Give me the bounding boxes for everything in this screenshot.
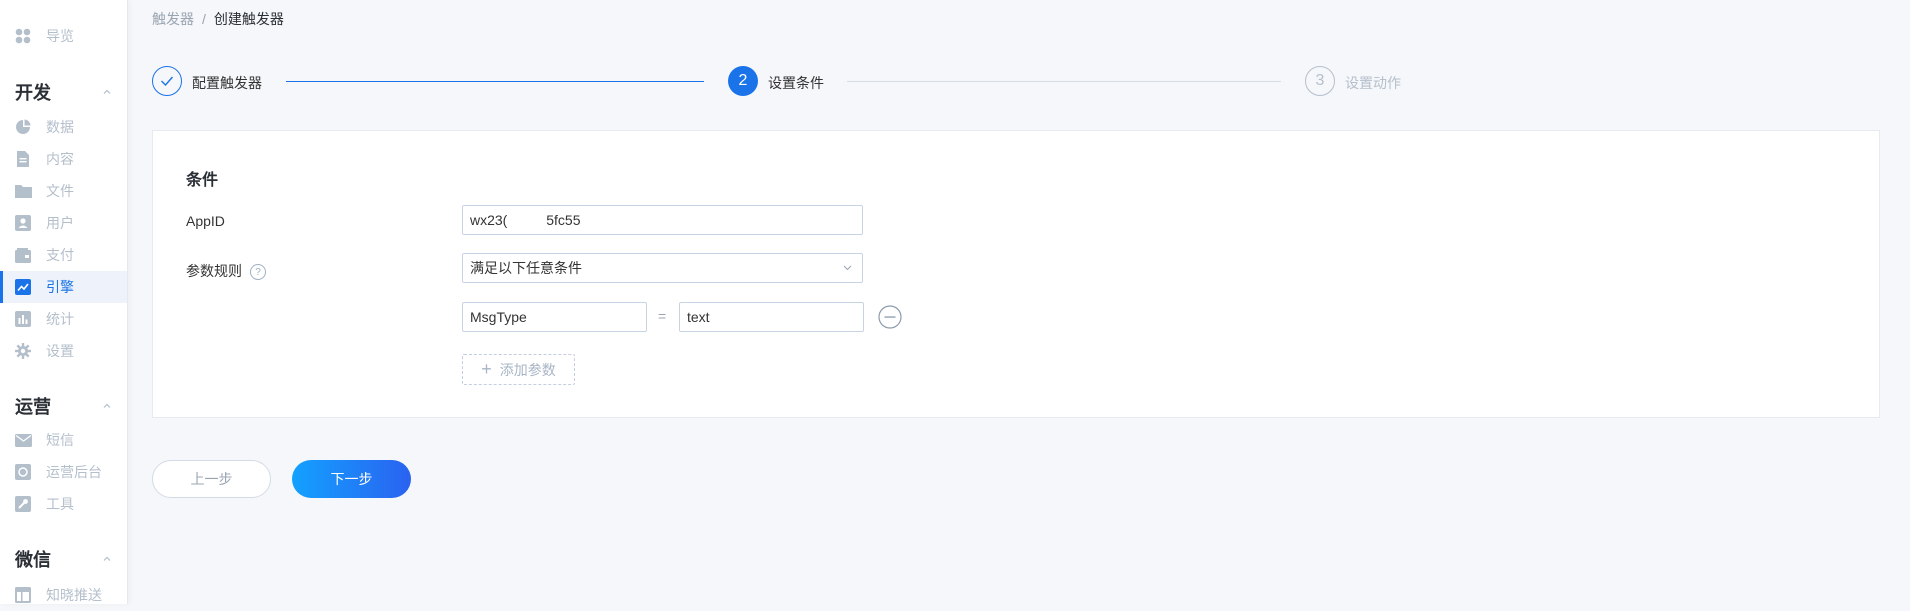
sidebar-item-payment[interactable]: 支付: [0, 239, 127, 271]
wrench-icon: [14, 495, 32, 513]
wallet-icon: [14, 246, 32, 264]
grid-icon: [14, 27, 32, 45]
param-key-value: MsgType: [470, 309, 527, 325]
plus-icon: +: [481, 359, 492, 379]
sidebar-item-label: 知晓推送: [46, 587, 102, 603]
step-3-label: 设置动作: [1345, 75, 1401, 91]
param-rule-label: 参数规则?: [186, 261, 266, 281]
step-3-circle: 3: [1305, 66, 1335, 96]
param-rule-select[interactable]: 满足以下任意条件: [462, 253, 863, 283]
param-rule-label-text: 参数规则: [186, 263, 242, 279]
sidebar-item-data[interactable]: 数据: [0, 111, 127, 143]
chevron-up-icon: [103, 403, 111, 408]
prev-step-button[interactable]: 上一步: [152, 460, 271, 498]
chevron-down-icon: [843, 265, 852, 271]
appid-label: AppID: [186, 213, 225, 229]
pie-chart-icon: [14, 118, 32, 136]
sidebar-item-label: 数据: [46, 119, 74, 135]
dashboard-icon: [14, 463, 32, 481]
param-key-input[interactable]: MsgType: [462, 302, 647, 332]
param-value-value: text: [687, 309, 710, 325]
sidebar-item-overview[interactable]: 导览: [0, 20, 127, 52]
appid-value: wx23( 5fc55: [470, 212, 581, 228]
condition-card: 条件 AppID wx23( 5fc55 参数规则? 满足以下任意条件 MsgT…: [152, 130, 1880, 418]
section-title: 开发: [15, 83, 51, 103]
sidebar-item-label: 用户: [46, 215, 74, 231]
sidebar-item-tools[interactable]: 工具: [0, 488, 127, 520]
param-value-input[interactable]: text: [679, 302, 864, 332]
sidebar-section-dev[interactable]: 开发: [15, 79, 111, 105]
sidebar-item-stats[interactable]: 统计: [0, 303, 127, 335]
folder-icon: [14, 182, 32, 200]
next-step-button[interactable]: 下一步: [292, 460, 411, 498]
document-icon: [14, 150, 32, 168]
sidebar-item-push[interactable]: 知晓推送: [0, 579, 127, 611]
sidebar-item-label: 文件: [46, 183, 74, 199]
sidebar-item-users[interactable]: 用户: [0, 207, 127, 239]
trend-icon: [14, 278, 32, 296]
sidebar-item-settings[interactable]: 设置: [0, 335, 127, 367]
remove-param-icon[interactable]: [878, 305, 902, 329]
breadcrumb: 触发器 / 创建触发器: [152, 9, 284, 29]
bar-chart-icon: [14, 310, 32, 328]
sidebar-item-sms[interactable]: 短信: [0, 424, 127, 456]
breadcrumb-separator: /: [202, 11, 206, 27]
sidebar-item-label: 统计: [46, 311, 74, 327]
section-title: 运营: [15, 397, 51, 417]
sidebar-item-label: 支付: [46, 247, 74, 263]
check-icon: [161, 76, 174, 87]
sidebar-item-content[interactable]: 内容: [0, 143, 127, 175]
breadcrumb-parent[interactable]: 触发器: [152, 11, 194, 27]
sidebar-item-label: 短信: [46, 432, 74, 448]
add-param-button[interactable]: + 添加参数: [462, 354, 575, 385]
step-1-label: 配置触发器: [192, 75, 262, 91]
section-title: 微信: [15, 550, 51, 570]
sidebar-section-ops[interactable]: 运营: [15, 393, 111, 419]
breadcrumb-current: 创建触发器: [213, 11, 284, 27]
mail-icon: [14, 431, 32, 449]
sidebar-item-label: 内容: [46, 151, 74, 167]
sidebar-item-label: 运营后台: [46, 464, 102, 480]
step-1-circle: [152, 66, 182, 96]
layout-icon: [14, 586, 32, 604]
appid-input[interactable]: wx23( 5fc55: [462, 205, 863, 235]
sidebar-section-wechat[interactable]: 微信: [15, 546, 111, 572]
user-card-icon: [14, 214, 32, 232]
sidebar-item-label: 引擎: [46, 279, 74, 295]
param-rule-value: 满足以下任意条件: [470, 260, 582, 276]
step-2-circle: 2: [728, 66, 758, 96]
equals-sign: =: [658, 308, 667, 324]
sidebar-item-label: 设置: [46, 343, 74, 359]
sidebar: 导览 开发 数据 内容 文件 用户 支付 引擎 统计 设置 运营 短信 运营后台…: [0, 0, 128, 604]
help-icon[interactable]: ?: [250, 264, 266, 281]
gear-icon: [14, 342, 32, 360]
step-2-label: 设置条件: [768, 75, 824, 91]
sidebar-item-engine[interactable]: 引擎: [0, 271, 127, 303]
chevron-up-icon: [103, 556, 111, 561]
sidebar-item-files[interactable]: 文件: [0, 175, 127, 207]
step-line-1: [286, 81, 704, 82]
card-title: 条件: [186, 172, 219, 189]
add-param-label: 添加参数: [499, 361, 556, 378]
step-line-2: [847, 81, 1281, 82]
sidebar-item-ops-console[interactable]: 运营后台: [0, 456, 127, 488]
sidebar-item-label: 工具: [46, 496, 74, 512]
chevron-up-icon: [103, 89, 111, 94]
sidebar-item-label: 导览: [46, 28, 74, 44]
